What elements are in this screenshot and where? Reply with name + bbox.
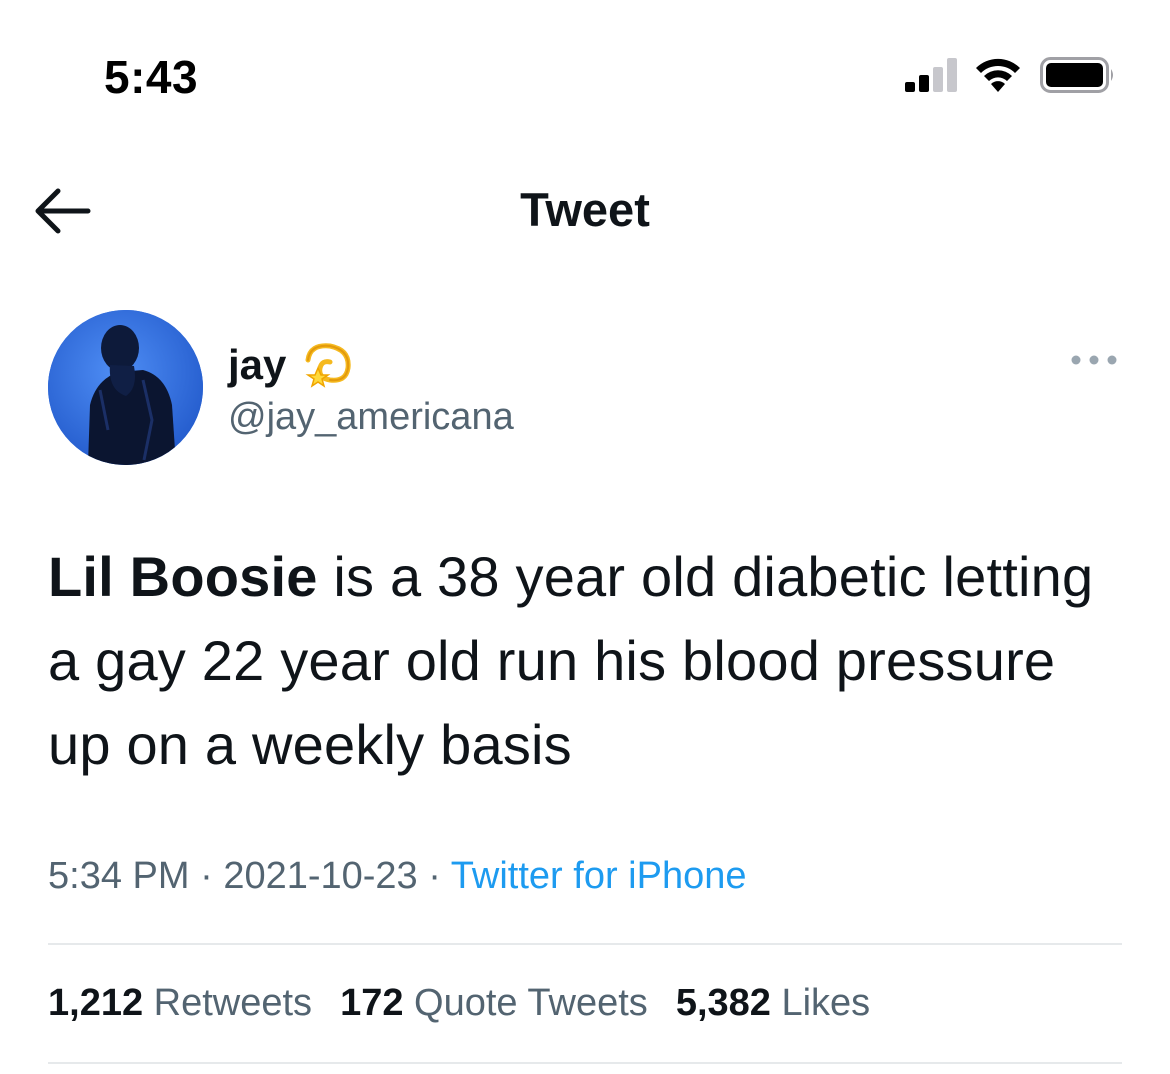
retweets-stat[interactable]: 1,212 Retweets	[48, 982, 312, 1025]
meta-separator: ·	[200, 855, 213, 897]
nav-bar: Tweet	[0, 150, 1170, 270]
display-name-row: jay	[228, 338, 358, 392]
likes-stat[interactable]: 5,382 Likes	[676, 982, 870, 1025]
quote-tweets-stat[interactable]: 172 Quote Tweets	[340, 982, 648, 1025]
tweet-date[interactable]: 2021-10-23	[223, 855, 417, 897]
tweet-text: Lil Boosie is a 38 year old diabetic let…	[48, 535, 1128, 787]
divider	[48, 943, 1122, 945]
quote-tweets-label: Quote Tweets	[414, 982, 648, 1024]
retweets-count: 1,212	[48, 982, 144, 1024]
divider	[48, 1062, 1122, 1064]
tweet-stats: 1,212 Retweets 172 Quote Tweets 5,382 Li…	[48, 982, 870, 1025]
likes-count: 5,382	[675, 982, 771, 1024]
battery-icon	[1040, 57, 1113, 93]
page-title: Tweet	[520, 183, 650, 236]
quote-tweets-count: 172	[340, 982, 404, 1024]
tweet-text-bold: Lil Boosie	[48, 545, 318, 608]
display-name[interactable]: jay	[228, 341, 286, 389]
status-bar: 5:43	[0, 0, 1170, 150]
avatar[interactable]	[48, 310, 203, 465]
likes-label: Likes	[781, 982, 871, 1024]
tweet-metadata: 5:34 PM · 2021-10-23 · Twitter for iPhon…	[48, 855, 746, 898]
meta-separator: ·	[428, 855, 441, 897]
cellular-signal-icon	[905, 58, 957, 92]
dizzy-emoji-icon	[305, 343, 352, 388]
avatar-image	[48, 310, 203, 465]
tweet-time[interactable]: 5:34 PM	[48, 855, 190, 897]
retweets-label: Retweets	[153, 982, 313, 1024]
more-options-icon[interactable]	[1068, 350, 1120, 370]
tweet-source-link[interactable]: Twitter for iPhone	[451, 855, 747, 897]
user-handle[interactable]: @jay_americana	[228, 396, 514, 439]
status-time: 5:43	[104, 51, 199, 103]
wifi-icon	[976, 58, 1020, 92]
tweet-author: jay @jay_americana	[48, 310, 1128, 470]
